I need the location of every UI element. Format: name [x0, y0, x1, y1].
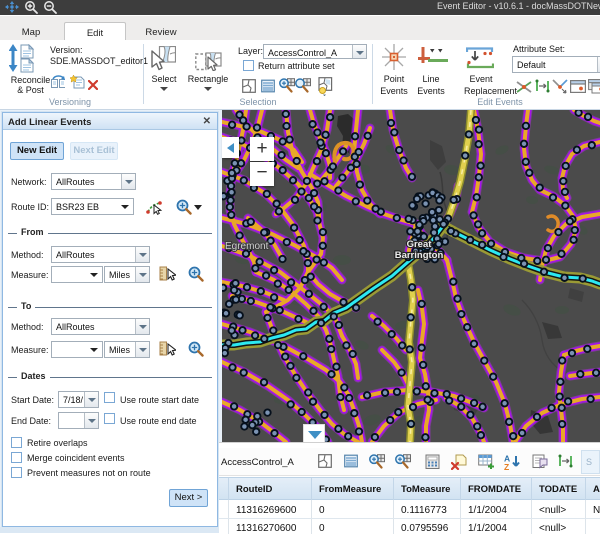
svg-text:Egremont: Egremont: [225, 241, 269, 252]
svg-text:Great: Great: [407, 239, 433, 250]
svg-text:Z: Z: [504, 462, 509, 470]
svg-text:Barrington: Barrington: [395, 250, 444, 261]
